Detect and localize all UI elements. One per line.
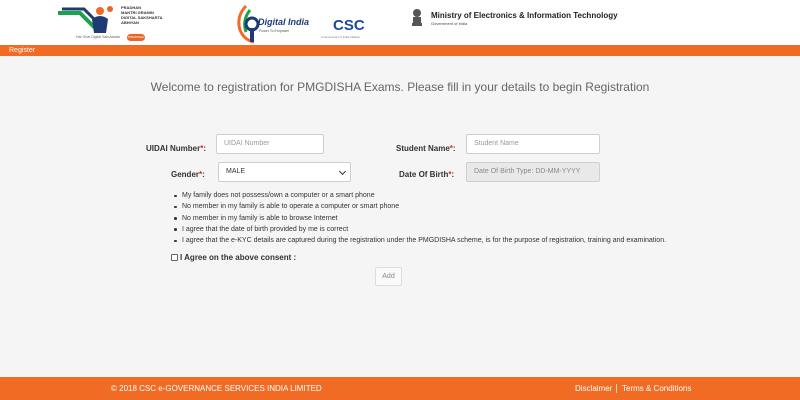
register-bar: Register [0,45,800,56]
pmgdisha-badge: PMGDISHA [127,34,145,41]
pmgdisha-line: ABHIYAN [121,20,139,25]
consent-item: I agree that the date of birth provided … [173,224,666,235]
dob-label: Date Of Birth*: [399,170,454,179]
label-colon: : [203,144,207,153]
label-colon: : [452,144,456,153]
ministry-subtitle: Government of India [431,21,468,26]
uidai-label: UIDAI Number*: [146,144,206,153]
copyright-text: © 2018 CSC e-GOVERNANCE SERVICES INDIA L… [111,384,322,393]
student-name-label: Student Name*: [396,144,456,153]
digital-india-title: Digital India [258,17,310,27]
digital-india-subtitle: Power To Empower [259,29,290,33]
label-colon: : [451,170,455,179]
gender-select[interactable]: MALE [218,162,351,182]
agree-checkbox[interactable] [171,254,178,261]
uidai-input[interactable]: UIDAI Number [216,134,324,154]
label-colon: : [202,170,205,179]
ministry-title: Ministry of Electronics & Information Te… [431,11,618,20]
consent-item: My family does not possess/own a compute… [173,190,666,201]
footer-divider [616,384,617,393]
terms-link[interactable]: Terms & Conditions [622,377,691,400]
gender-selected-value: MALE [226,168,246,175]
chevron-down-icon [338,167,347,176]
agree-label: I Agree on the above consent : [180,253,297,262]
footer: © 2018 CSC e-GOVERNANCE SERVICES INDIA L… [0,377,800,400]
dob-input[interactable]: Date Of Birth Type: DD-MM-YYYY [466,162,600,182]
csc-title: CSC [333,17,365,34]
gender-label-text: Gender [171,170,200,179]
dob-label-text: Date Of Birth [399,170,449,179]
pmgdisha-tagline: Har Ghar Digital Saksharata [76,35,120,39]
uidai-label-text: UIDAI Number [146,144,201,153]
student-name-label-text: Student Name [396,144,450,153]
disclaimer-link[interactable]: Disclaimer [575,377,612,400]
register-label[interactable]: Register [9,45,35,56]
header: PRADHAN MANTRI GRAMIN DIGITAL SAKSHARTA … [0,0,800,45]
pmgdisha-logo-text: PRADHAN MANTRI GRAMIN DIGITAL SAKSHARTA … [121,5,171,25]
consent-list: My family does not possess/own a compute… [173,190,666,246]
national-emblem-icon [412,9,422,26]
consent-item: No member in my family is able to operat… [173,201,666,212]
consent-item: I agree that the e-KYC details are captu… [173,235,666,246]
csc-subtitle: A Government of India Initiative [321,35,360,39]
student-name-input[interactable]: Student Name [466,134,600,154]
gender-label: Gender*: [171,170,205,179]
welcome-heading: Welcome to registration for PMGDISHA Exa… [150,80,650,94]
add-button[interactable]: Add [375,267,402,286]
registration-page: PRADHAN MANTRI GRAMIN DIGITAL SAKSHARTA … [0,0,800,400]
agree-row: I Agree on the above consent : [171,253,296,262]
consent-item: No member in my family is able to browse… [173,213,666,224]
